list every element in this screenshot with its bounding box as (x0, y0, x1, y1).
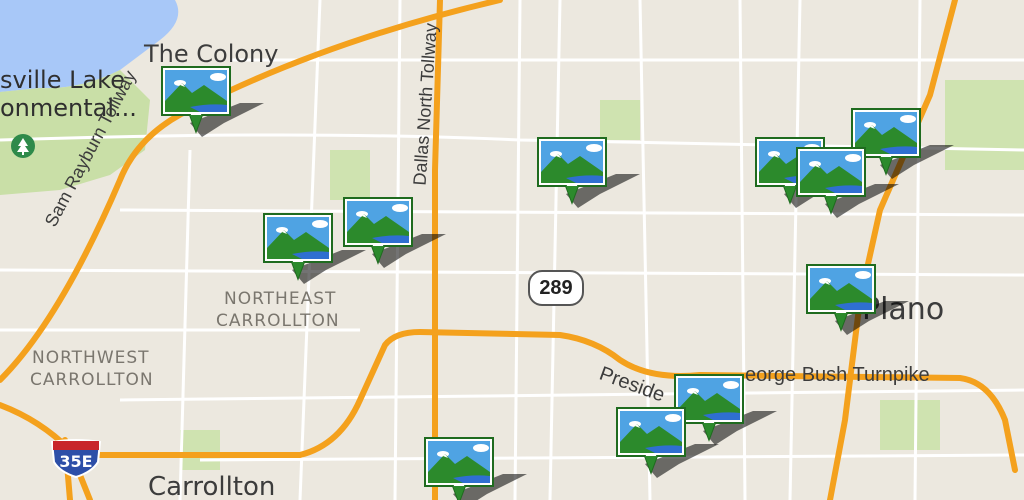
map-marker-photo[interactable] (342, 196, 446, 276)
landscape-photo-marker-icon (616, 407, 719, 478)
map-marker-photo[interactable] (536, 136, 640, 216)
map-marker-photo[interactable] (805, 263, 909, 343)
landscape-photo-marker-icon (796, 147, 899, 218)
landscape-photo-marker-icon (343, 197, 446, 268)
map-marker-photo[interactable] (160, 65, 264, 145)
state-highway-number: 289 (539, 276, 573, 299)
highway-network (0, 0, 1018, 500)
landscape-photo-marker-icon (263, 213, 366, 284)
landscape-photo-marker-icon (806, 264, 909, 335)
map-base-layer (0, 0, 1024, 500)
landscape-photo-marker-icon (161, 66, 264, 137)
interstate-number: 35E (59, 452, 93, 471)
park-area (180, 430, 220, 470)
lake-water (0, 0, 179, 92)
state-highway-shield: 289 (528, 270, 584, 306)
landscape-photo-marker-icon (537, 137, 640, 208)
park-area (945, 80, 1024, 170)
park-area (880, 400, 940, 450)
map-marker-photo[interactable] (262, 212, 366, 292)
map-marker-photo[interactable] (795, 146, 899, 226)
map-marker-photo[interactable] (423, 436, 527, 500)
landscape-photo-marker-icon (424, 437, 527, 500)
map-marker-photo[interactable] (615, 406, 719, 486)
park-area (600, 100, 640, 140)
map-canvas[interactable]: The Colony sville Lake onmental... Carro… (0, 0, 1024, 500)
park-area (330, 150, 370, 200)
interstate-shield: 35E (50, 438, 102, 478)
